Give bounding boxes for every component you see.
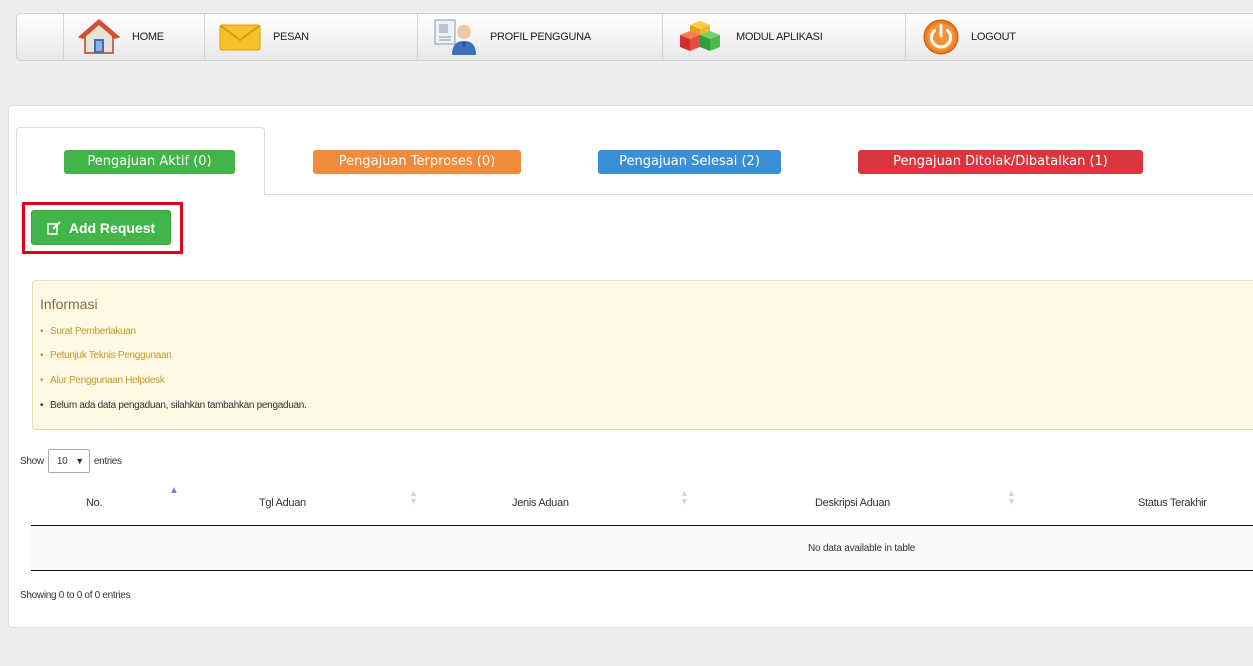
home-icon <box>78 19 120 54</box>
tab-pengajuan-terproses[interactable]: Pengajuan Terproses (0) <box>313 150 521 174</box>
chevron-down-icon: ▼ <box>75 456 84 466</box>
nav-label-profil: PROFIL PENGGUNA <box>490 31 591 43</box>
nav-item-modul[interactable]: MODUL APLIKASI <box>678 14 823 60</box>
nav-item-logout[interactable]: LOGOUT <box>923 14 1016 60</box>
nav-label-logout: LOGOUT <box>971 31 1016 43</box>
tab-pengajuan-aktif[interactable]: Pengajuan Aktif (0) <box>64 150 235 174</box>
nav-item-profil[interactable]: PROFIL PENGGUNA <box>434 14 591 60</box>
tab-pengajuan-selesai[interactable]: Pengajuan Selesai (2) <box>598 150 781 174</box>
sort-asc-icon: ▲ <box>169 485 179 496</box>
table-info: Showing 0 to 0 of 0 entries <box>20 590 131 601</box>
table-header-divider <box>31 525 1253 526</box>
nav-divider <box>204 14 205 60</box>
nav-item-pesan[interactable]: PESAN <box>219 14 309 60</box>
tab-divider <box>264 194 1253 195</box>
nav-divider <box>905 14 906 60</box>
nav-item-home[interactable]: HOME <box>78 14 164 60</box>
nav-label-home: HOME <box>132 31 164 43</box>
power-icon <box>923 19 959 55</box>
page-size-select[interactable]: 10 ▼ <box>47 449 90 473</box>
add-request-label: Add Request <box>68 219 156 236</box>
info-list-item: • Belum ada data pengaduan, silahkan tamb… <box>40 400 307 411</box>
sort-icon: ▲ ▼ <box>409 488 418 506</box>
column-header-status-terakhir[interactable]: Status Terakhir <box>1138 497 1207 509</box>
table-bottom-divider <box>31 570 1253 571</box>
info-title: Informasi <box>40 296 98 312</box>
tab-pengajuan-ditolak[interactable]: Pengajuan Ditolak/Dibatalkan (1) <box>858 150 1143 174</box>
entries-label: entries <box>93 455 122 467</box>
link-alur-penggunaan[interactable]: Alur Penggunaan Helpdesk <box>50 375 165 386</box>
info-list-item: • Petunjuk Teknis Penggunaan <box>40 350 172 361</box>
nav-divider <box>662 14 663 60</box>
nav-label-modul: MODUL APLIKASI <box>736 31 823 43</box>
nav-divider <box>417 14 418 60</box>
show-label: Show <box>20 455 44 467</box>
edit-icon <box>47 220 61 235</box>
add-request-button[interactable]: Add Request <box>31 210 171 245</box>
sort-icon: ▲ ▼ <box>680 488 689 506</box>
sort-icon: ▲ ▼ <box>1007 488 1016 506</box>
column-header-deskripsi-aduan[interactable]: Deskripsi Aduan <box>815 497 890 509</box>
user-profile-icon <box>434 19 476 55</box>
top-navbar <box>16 13 1253 61</box>
length-control: Show 10 ▼ entries <box>20 449 122 473</box>
info-notice: Belum ada data pengaduan, silahkan tamba… <box>50 400 307 411</box>
nav-divider <box>63 14 64 60</box>
info-list-item: • Surat Pemberlakuan <box>40 326 136 337</box>
link-surat-pemberlakuan[interactable]: Surat Pemberlakuan <box>50 326 136 337</box>
page-size-value: 10 <box>56 455 68 467</box>
link-petunjuk-teknis[interactable]: Petunjuk Teknis Penggunaan <box>50 350 172 361</box>
empty-table-message: No data available in table <box>808 543 916 554</box>
cubes-icon <box>680 21 720 51</box>
column-header-jenis-aduan[interactable]: Jenis Aduan <box>512 497 569 509</box>
table-row <box>31 527 1253 570</box>
info-list-item: • Alur Penggunaan Helpdesk <box>40 375 165 386</box>
column-header-tgl-aduan[interactable]: Tgl Aduan <box>259 497 306 509</box>
column-header-no[interactable]: No. <box>86 497 103 509</box>
envelope-icon <box>219 24 261 51</box>
nav-label-pesan: PESAN <box>273 31 309 43</box>
